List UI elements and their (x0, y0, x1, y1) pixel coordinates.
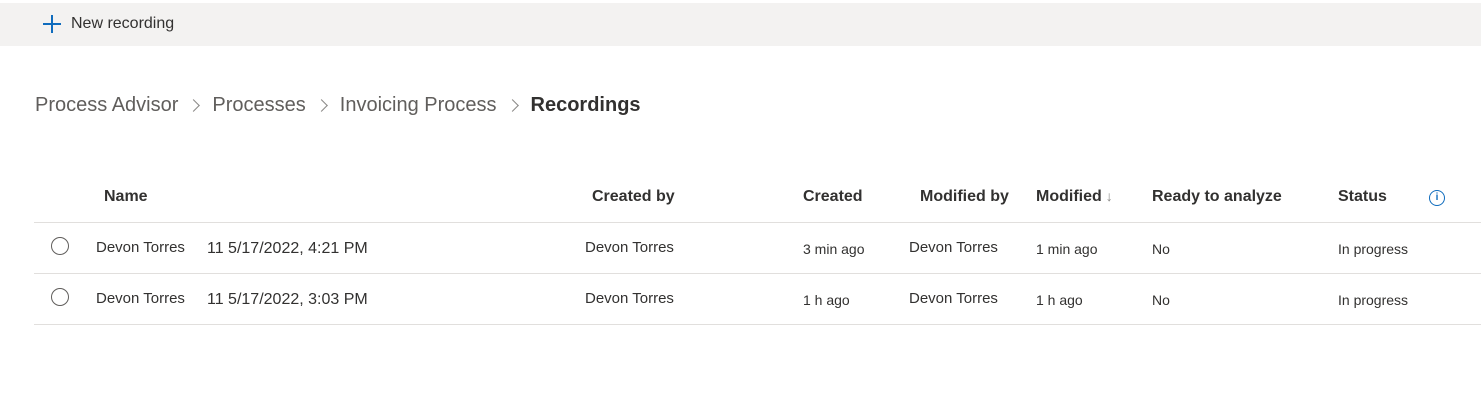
created-by-value: Devon Torres (585, 239, 674, 256)
info-icon[interactable]: i (1429, 190, 1445, 206)
ready-to-analyze-value: No (1152, 292, 1170, 308)
modified-by-value: Devon Torres (909, 290, 998, 307)
column-header-status[interactable]: Status (1338, 188, 1387, 206)
breadcrumb-process-advisor[interactable]: Process Advisor (35, 94, 178, 117)
modified-value: 1 h ago (1036, 292, 1083, 308)
column-header-modified-label: Modified (1036, 188, 1102, 205)
recording-name-detail: 11 5/17/2022, 3:03 PM (207, 291, 368, 308)
command-bar: New recording (0, 3, 1481, 46)
table-header: Name Created by Created Modified by Modi… (34, 176, 1481, 223)
recordings-table: Name Created by Created Modified by Modi… (34, 176, 1481, 325)
breadcrumb-processes[interactable]: Processes (212, 94, 305, 117)
created-value: 1 h ago (803, 292, 850, 308)
column-header-ready-to-analyze[interactable]: Ready to analyze (1152, 188, 1282, 206)
column-header-name[interactable]: Name (104, 188, 148, 206)
column-header-created-by[interactable]: Created by (592, 188, 675, 206)
chevron-right-icon (187, 98, 201, 112)
created-by-value: Devon Torres (585, 290, 674, 307)
chevron-right-icon (505, 98, 519, 112)
ready-to-analyze-value: No (1152, 241, 1170, 257)
breadcrumb-current-page: Recordings (530, 93, 641, 116)
column-header-modified[interactable]: Modified ↓ (1036, 188, 1113, 206)
table-row[interactable]: Devon Torres 11 5/17/2022, 4:21 PM Devon… (34, 223, 1481, 274)
new-recording-button[interactable]: New recording (42, 13, 174, 35)
recording-name: Devon Torres (96, 290, 185, 307)
add-icon (42, 14, 62, 34)
recording-name-detail: 11 5/17/2022, 4:21 PM (207, 240, 368, 257)
row-select-radio[interactable] (51, 288, 69, 306)
created-value: 3 min ago (803, 241, 865, 257)
row-select-radio[interactable] (51, 237, 69, 255)
breadcrumb-invoicing-process[interactable]: Invoicing Process (340, 94, 497, 117)
modified-value: 1 min ago (1036, 241, 1098, 257)
table-row[interactable]: Devon Torres 11 5/17/2022, 3:03 PM Devon… (34, 274, 1481, 325)
status-value: In progress (1338, 241, 1409, 257)
breadcrumb: Process Advisor Processes Invoicing Proc… (35, 92, 641, 118)
sort-descending-icon: ↓ (1105, 188, 1113, 204)
new-recording-label: New recording (71, 15, 175, 32)
column-header-created[interactable]: Created (803, 188, 863, 206)
chevron-right-icon (314, 98, 328, 112)
status-value: In progress (1338, 292, 1409, 308)
recording-name: Devon Torres (96, 239, 185, 256)
modified-by-value: Devon Torres (909, 239, 998, 256)
column-header-modified-by[interactable]: Modified by (920, 188, 1009, 206)
